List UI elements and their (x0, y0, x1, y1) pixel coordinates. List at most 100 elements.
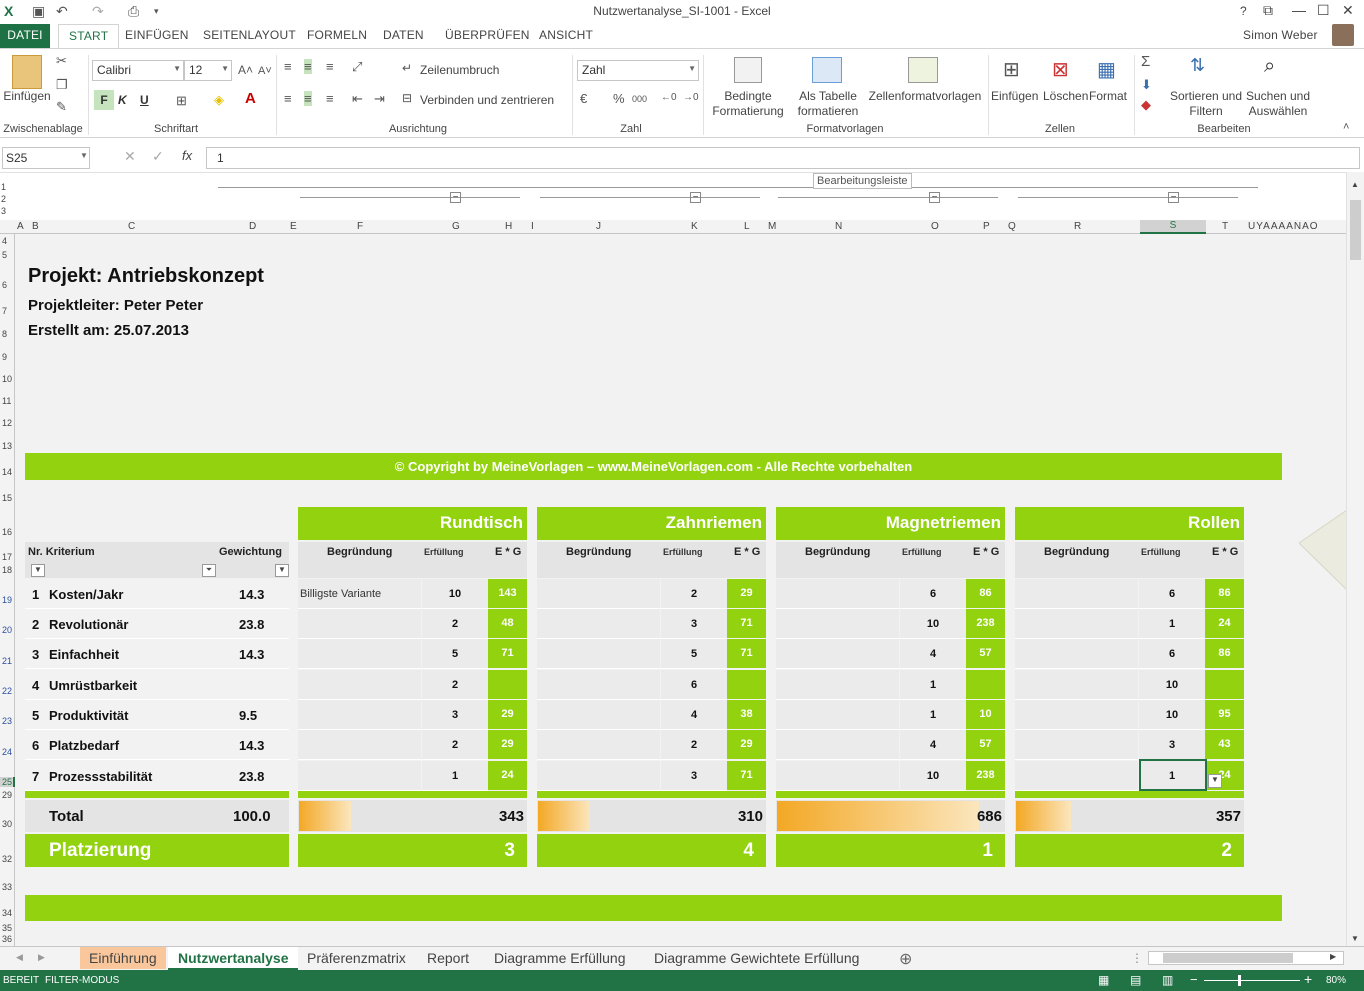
tab-splitter-icon[interactable]: ⋮ (1131, 951, 1143, 965)
fill-color-icon[interactable]: ◈ (214, 92, 224, 108)
insert-cells-icon[interactable]: ⊞ (1003, 57, 1020, 82)
tab-formeln[interactable]: FORMELN (307, 28, 367, 42)
weighted-score-cell[interactable]: 29 (488, 730, 527, 759)
weighted-score-cell[interactable]: 48 (488, 609, 527, 638)
fulfillment-cell[interactable]: 3 (661, 761, 727, 791)
autosum-icon[interactable]: Σ (1141, 53, 1150, 70)
scroll-thumb[interactable] (1350, 200, 1361, 260)
fulfillment-cell[interactable]: 1 (1139, 609, 1205, 639)
fulfillment-cell[interactable]: 6 (661, 670, 727, 700)
reason-cell[interactable] (298, 700, 421, 730)
fulfillment-cell[interactable]: 10 (900, 761, 966, 791)
reason-cell[interactable] (776, 609, 899, 639)
reason-cell[interactable] (298, 670, 421, 700)
criterion-row[interactable]: 3 Einfachheit 14.3 (25, 639, 289, 669)
reason-cell[interactable] (298, 730, 421, 760)
user-name[interactable]: Simon Weber (1243, 28, 1318, 42)
weighted-score-cell[interactable]: 43 (1205, 730, 1244, 759)
sheet-tab-diagramme-erfuellung[interactable]: Diagramme Erfüllung (494, 950, 626, 966)
fill-icon[interactable]: ⬇ (1141, 77, 1152, 93)
fulfillment-cell[interactable]: 1 (900, 700, 966, 730)
shrink-font-icon[interactable]: A˅ (258, 65, 272, 77)
cut-icon[interactable]: ✂ (56, 53, 67, 69)
weighted-score-cell[interactable]: 86 (1205, 639, 1244, 668)
reason-cell[interactable] (298, 639, 421, 669)
paste-icon[interactable] (12, 55, 42, 89)
reason-cell[interactable] (776, 761, 899, 791)
reason-cell[interactable] (776, 730, 899, 760)
weighted-score-cell[interactable]: 71 (727, 639, 766, 668)
vertical-scrollbar[interactable]: ▲ ▼ (1346, 172, 1364, 946)
criterion-row[interactable]: 5 Produktivität 9.5 (25, 700, 289, 730)
scroll-down-icon[interactable]: ▼ (1351, 934, 1359, 943)
merge-icon[interactable]: ⊟ (402, 91, 412, 105)
sheet-tab-einfuehrung[interactable]: Einführung (80, 947, 166, 969)
fulfillment-cell[interactable]: 2 (422, 609, 488, 639)
reason-cell[interactable] (298, 761, 421, 791)
clear-icon[interactable]: ◆ (1141, 97, 1151, 113)
fulfillment-cell[interactable]: 4 (900, 639, 966, 669)
tab-ansicht[interactable]: ANSICHT (539, 28, 593, 42)
reason-cell[interactable]: Billigste Variante (298, 579, 421, 609)
reason-cell[interactable] (776, 579, 899, 609)
indent-increase-icon[interactable]: ⇥ (374, 91, 385, 107)
fulfillment-cell[interactable]: 2 (422, 730, 488, 760)
paste-button[interactable]: Einfügen (2, 89, 52, 104)
percent-button[interactable]: % (613, 91, 625, 106)
tab-datei[interactable]: DATEI (0, 24, 50, 48)
name-box-dropdown-icon[interactable]: ▼ (80, 151, 88, 160)
align-left-icon[interactable]: ≡ (284, 91, 292, 106)
sheet-tab-praeferenzmatrix[interactable]: Präferenzmatrix (307, 950, 406, 966)
prev-sheet-icon[interactable]: ◀ (16, 952, 23, 963)
weighted-score-cell[interactable]: 86 (1205, 579, 1244, 608)
selected-row-header[interactable]: 25 (0, 777, 15, 787)
weighted-score-cell[interactable]: 29 (727, 730, 766, 759)
weighted-score-cell[interactable]: 24 (488, 761, 527, 790)
reason-cell[interactable] (1015, 761, 1138, 791)
weighted-score-cell[interactable]: 10 (966, 700, 1005, 729)
cell-styles-icon[interactable] (908, 57, 938, 83)
thousand-button[interactable]: 000 (632, 94, 647, 104)
wrap-text-button[interactable]: Zeilenumbruch (420, 63, 499, 78)
collapse-group-icon[interactable]: − (929, 192, 940, 203)
conditional-format-button[interactable]: Bedingte Formatierung (704, 89, 792, 119)
criterion-row[interactable]: 6 Platzbedarf 14.3 (25, 730, 289, 760)
reason-cell[interactable] (537, 609, 660, 639)
fulfillment-cell[interactable]: 2 (422, 670, 488, 700)
minimize-icon[interactable]: — (1292, 2, 1306, 18)
align-top-icon[interactable]: ≡ (284, 59, 292, 74)
tab-daten[interactable]: DATEN (383, 28, 424, 42)
align-right-icon[interactable]: ≡ (326, 91, 334, 106)
format-painter-icon[interactable]: ✎ (56, 99, 67, 115)
reason-cell[interactable] (537, 730, 660, 760)
criterion-row[interactable]: 4 Umrüstbarkeit (25, 670, 289, 700)
weighted-score-cell[interactable]: 71 (727, 761, 766, 790)
zoom-out-icon[interactable]: − (1190, 972, 1198, 987)
weighted-score-cell[interactable]: 143 (488, 579, 527, 608)
filter-dropdown-icon[interactable]: ▼ (275, 564, 289, 577)
collapse-ribbon-icon[interactable]: ˄ (1343, 121, 1349, 133)
project-leader[interactable]: Projektleiter: Peter Peter (28, 297, 203, 314)
reason-cell[interactable] (537, 670, 660, 700)
fulfillment-cell[interactable]: 1 (1139, 761, 1205, 791)
next-sheet-icon[interactable]: ▶ (38, 952, 45, 963)
selected-column-header[interactable]: S (1140, 220, 1206, 234)
sheet-tab-report[interactable]: Report (427, 950, 469, 966)
underline-button[interactable]: U (140, 93, 149, 107)
enter-icon[interactable]: ✓ (152, 148, 164, 165)
sheet-tab-nutzwertanalyse[interactable]: Nutzwertanalyse (168, 947, 299, 970)
fulfillment-cell[interactable]: 4 (900, 730, 966, 760)
outline-level-buttons[interactable]: 123 (1, 181, 6, 217)
weighted-score-cell[interactable]: 57 (966, 730, 1005, 759)
fulfillment-cell[interactable]: 6 (900, 579, 966, 609)
cell-dropdown-icon[interactable]: ▼ (1208, 774, 1222, 788)
reason-cell[interactable] (1015, 700, 1138, 730)
align-center-icon[interactable]: ≡ (304, 91, 312, 106)
filter-active-icon[interactable]: ⏷ (202, 564, 216, 577)
tab-start[interactable]: START (58, 24, 120, 49)
align-bottom-icon[interactable]: ≡ (326, 59, 334, 74)
project-created[interactable]: Erstellt am: 25.07.2013 (28, 322, 189, 339)
zoom-level[interactable]: 80% (1326, 975, 1346, 986)
fulfillment-cell[interactable]: 1 (900, 670, 966, 700)
conditional-format-icon[interactable] (734, 57, 762, 83)
